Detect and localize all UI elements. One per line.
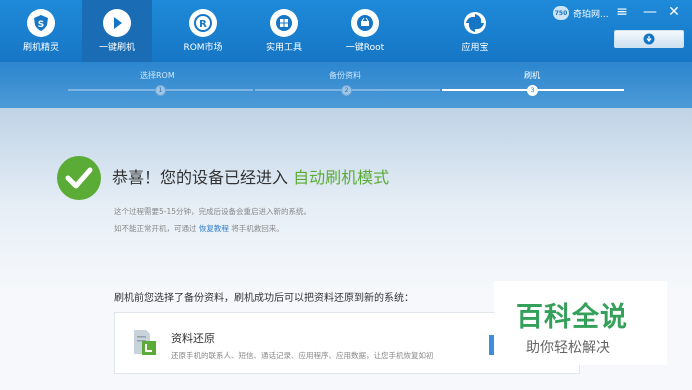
restore-description: 还原手机的联系人、短信、通话记录、应用程序、应用数据，让您手机恢复如初 xyxy=(171,351,434,360)
info-text: 这个过程需要5-15分钟，完成后设备会重启进入新的系统。 xyxy=(114,207,312,216)
nav-label: 一键Root xyxy=(345,43,385,53)
nav-label: 应用宝 xyxy=(461,43,489,53)
shield-s-icon: S xyxy=(27,9,55,37)
step-dot-1: 1 xyxy=(155,85,166,96)
download-manager-button[interactable] xyxy=(614,30,684,48)
app-store-icon xyxy=(461,9,489,37)
watermark-title: 百科全说 xyxy=(516,302,628,333)
step-dot-3: 3 xyxy=(527,85,538,96)
minimize-button[interactable]: — xyxy=(642,4,658,20)
headline-prefix: 恭喜！您的设备已经进入 xyxy=(112,168,289,187)
nav-item-utilities[interactable]: 实用工具 xyxy=(249,0,319,62)
nav-label: ROM市场 xyxy=(183,43,223,53)
recovery-suffix: 将手机救回来。 xyxy=(231,224,284,233)
nav-label: 实用工具 xyxy=(265,43,302,53)
step-label-flash: 刷机 xyxy=(524,71,540,80)
menu-button[interactable]: ≡ xyxy=(614,4,630,20)
restore-title: 资料还原 xyxy=(171,332,215,345)
backup-prompt: 刷机前您选择了备份资料，刷机成功后可以把资料还原到新的系统： xyxy=(114,293,414,304)
account-name: 奇珀网... xyxy=(573,9,609,20)
top-nav-bar: S 刷机精灵 一键刷机 R ROM市场 实用工具 一键Root 应用宝 750 … xyxy=(0,0,692,62)
restore-document-icon xyxy=(132,328,158,358)
headline-highlight: 自动刷机模式 xyxy=(293,168,390,187)
account-info[interactable]: 750 奇珀网... xyxy=(553,6,609,20)
nav-item-one-click-flash[interactable]: 一键刷机 xyxy=(82,0,152,62)
nav-item-flash-wizard[interactable]: S 刷机精灵 xyxy=(6,0,76,62)
recovery-prefix: 如不能正常开机，可通过 xyxy=(114,224,197,233)
cursor-arrow-icon xyxy=(103,9,131,37)
success-check-icon xyxy=(57,156,101,200)
nav-label: 刷机精灵 xyxy=(22,43,59,53)
watermark-subtitle: 助你轻松解决 xyxy=(526,340,610,356)
recovery-text: 如不能正常开机，可通过 恢复教程 将手机救回来。 xyxy=(114,223,284,234)
recovery-tutorial-link[interactable]: 恢复教程 xyxy=(199,224,229,233)
step-label-select-rom: 选择ROM xyxy=(140,71,175,80)
account-badge: 750 xyxy=(553,6,569,20)
step-label-backup: 备份资料 xyxy=(329,71,361,80)
watermark-logo: 百科全说 助你轻松解决 xyxy=(494,281,667,365)
download-icon xyxy=(642,30,656,49)
nav-item-app-store[interactable]: 应用宝 xyxy=(440,0,510,62)
close-button[interactable]: ✕ xyxy=(666,4,682,20)
svg-text:S: S xyxy=(38,20,44,30)
nav-item-rom-market[interactable]: R ROM市场 xyxy=(168,0,238,62)
grid-tools-icon xyxy=(270,9,298,37)
root-icon xyxy=(351,9,379,37)
nav-label: 一键刷机 xyxy=(98,43,135,53)
registered-r-icon: R xyxy=(189,9,217,37)
step-dot-2: 2 xyxy=(341,85,352,96)
svg-text:R: R xyxy=(199,19,207,30)
nav-item-one-click-root[interactable]: 一键Root xyxy=(330,0,400,62)
page-title: 恭喜！您的设备已经进入 自动刷机模式 xyxy=(112,164,389,188)
step-progress-bar: 选择ROM 备份资料 刷机 1 2 3 xyxy=(0,62,692,108)
